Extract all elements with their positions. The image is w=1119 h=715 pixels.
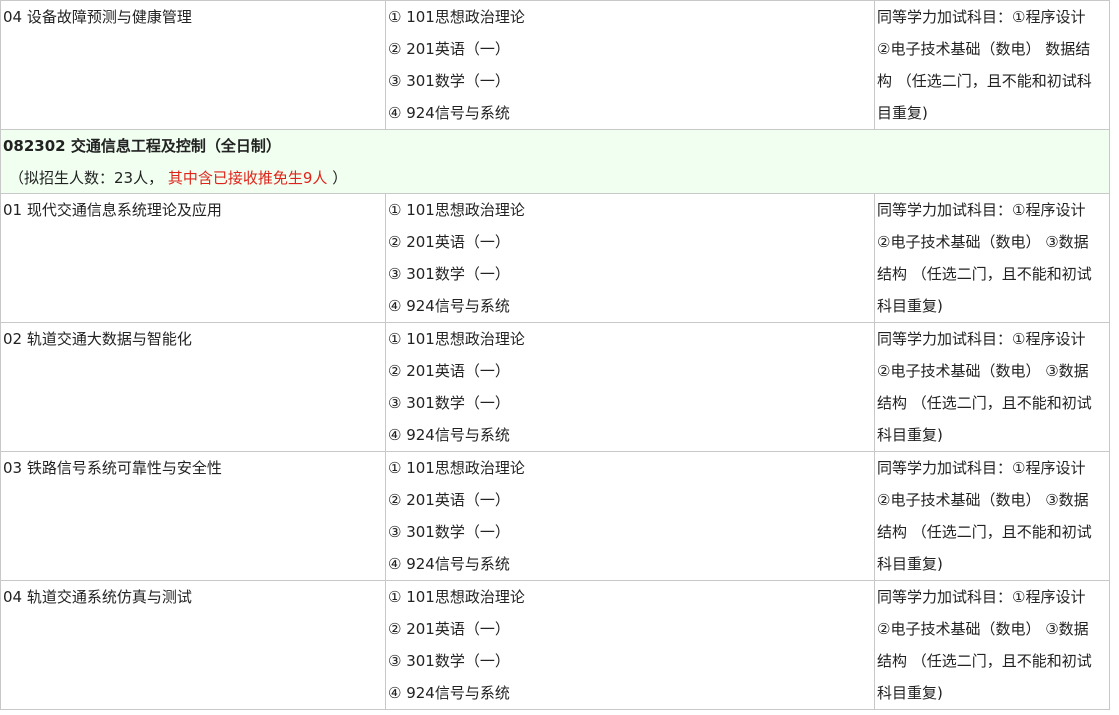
note-line: ②电子技术基础（数电） ③数据 <box>877 362 1089 380</box>
exam-cell: ① 101思想政治理论 ② 201英语（一） ③ 301数学（一） ④ 924信… <box>385 0 875 130</box>
section-header-cell: 082302 交通信息工程及控制（全日制） （拟招生人数：23人， 其中含已接收… <box>0 129 1110 194</box>
note-line: 结构 （任选二门，且不能和初试 <box>877 265 1092 283</box>
note-line: ②电子技术基础（数电） 数据结 <box>877 40 1091 58</box>
exam-item: ① 101思想政治理论 <box>388 8 525 26</box>
table-row: 04 设备故障预测与健康管理 ① 101思想政治理论 ② 201英语（一） ③ … <box>0 0 1110 130</box>
note-line: ②电子技术基础（数电） ③数据 <box>877 233 1089 251</box>
exam-item: ② 201英语（一） <box>388 491 510 509</box>
note-line: 科目重复) <box>877 297 943 315</box>
exam-item: ③ 301数学（一） <box>388 394 510 412</box>
exam-item: ③ 301数学（一） <box>388 523 510 541</box>
exam-cell: ① 101思想政治理论 ② 201英语（一） ③ 301数学（一） ④ 924信… <box>385 193 875 323</box>
direction-cell: 03 铁路信号系统可靠性与安全性 <box>0 451 386 581</box>
note-line: 同等学力加试科目：①程序设计 <box>877 459 1086 477</box>
enrollment-info: （拟招生人数：23人， 其中含已接收推免生9人 ） <box>9 169 348 187</box>
exam-item: ② 201英语（一） <box>388 620 510 638</box>
section-title: 082302 交通信息工程及控制（全日制） <box>3 137 281 155</box>
table-row: 04 轨道交通系统仿真与测试 ① 101思想政治理论 ② 201英语（一） ③ … <box>0 580 1110 710</box>
note-line: 科目重复) <box>877 426 943 444</box>
exempt-count-note: 其中含已接收推免生9人 <box>167 169 328 187</box>
note-line: 同等学力加试科目：①程序设计 <box>877 201 1086 219</box>
exam-item: ① 101思想政治理论 <box>388 330 525 348</box>
note-line: 同等学力加试科目：①程序设计 <box>877 8 1086 26</box>
direction-cell: 02 轨道交通大数据与智能化 <box>0 322 386 452</box>
exam-item: ② 201英语（一） <box>388 233 510 251</box>
exam-item: ④ 924信号与系统 <box>388 104 510 122</box>
exam-item: ③ 301数学（一） <box>388 652 510 670</box>
direction-cell: 01 现代交通信息系统理论及应用 <box>0 193 386 323</box>
exam-item: ① 101思想政治理论 <box>388 201 525 219</box>
table-row: 02 轨道交通大数据与智能化 ① 101思想政治理论 ② 201英语（一） ③ … <box>0 322 1110 452</box>
exam-cell: ① 101思想政治理论 ② 201英语（一） ③ 301数学（一） ④ 924信… <box>385 451 875 581</box>
note-line: 同等学力加试科目：①程序设计 <box>877 588 1086 606</box>
exam-item: ③ 301数学（一） <box>388 265 510 283</box>
note-line: 科目重复) <box>877 555 943 573</box>
exam-item: ④ 924信号与系统 <box>388 555 510 573</box>
direction-cell: 04 设备故障预测与健康管理 <box>0 0 386 130</box>
note-cell: 同等学力加试科目：①程序设计 ②电子技术基础（数电） 数据结 构 （任选二门，且… <box>874 0 1110 130</box>
exam-item: ② 201英语（一） <box>388 40 510 58</box>
exam-item: ② 201英语（一） <box>388 362 510 380</box>
note-line: 结构 （任选二门，且不能和初试 <box>877 652 1092 670</box>
exam-item: ④ 924信号与系统 <box>388 297 510 315</box>
exam-item: ③ 301数学（一） <box>388 72 510 90</box>
admission-table: 04 设备故障预测与健康管理 ① 101思想政治理论 ② 201英语（一） ③ … <box>0 0 1110 710</box>
note-line: ②电子技术基础（数电） ③数据 <box>877 491 1089 509</box>
exam-cell: ① 101思想政治理论 ② 201英语（一） ③ 301数学（一） ④ 924信… <box>385 322 875 452</box>
note-line: 同等学力加试科目：①程序设计 <box>877 330 1086 348</box>
exam-item: ④ 924信号与系统 <box>388 684 510 702</box>
note-line: 结构 （任选二门，且不能和初试 <box>877 394 1092 412</box>
note-cell: 同等学力加试科目：①程序设计 ②电子技术基础（数电） ③数据 结构 （任选二门，… <box>874 451 1110 581</box>
note-line: 结构 （任选二门，且不能和初试 <box>877 523 1092 541</box>
note-line: ②电子技术基础（数电） ③数据 <box>877 620 1089 638</box>
direction-cell: 04 轨道交通系统仿真与测试 <box>0 580 386 710</box>
exam-item: ① 101思想政治理论 <box>388 588 525 606</box>
table-row: 01 现代交通信息系统理论及应用 ① 101思想政治理论 ② 201英语（一） … <box>0 193 1110 323</box>
note-line: 科目重复) <box>877 684 943 702</box>
table-row: 03 铁路信号系统可靠性与安全性 ① 101思想政治理论 ② 201英语（一） … <box>0 451 1110 581</box>
exam-cell: ① 101思想政治理论 ② 201英语（一） ③ 301数学（一） ④ 924信… <box>385 580 875 710</box>
section-header-row: 082302 交通信息工程及控制（全日制） （拟招生人数：23人， 其中含已接收… <box>0 129 1110 194</box>
note-cell: 同等学力加试科目：①程序设计 ②电子技术基础（数电） ③数据 结构 （任选二门，… <box>874 193 1110 323</box>
note-line: 构 （任选二门，且不能和初试科 <box>877 72 1092 90</box>
exam-item: ① 101思想政治理论 <box>388 459 525 477</box>
note-cell: 同等学力加试科目：①程序设计 ②电子技术基础（数电） ③数据 结构 （任选二门，… <box>874 580 1110 710</box>
note-line: 目重复) <box>877 104 928 122</box>
exam-item: ④ 924信号与系统 <box>388 426 510 444</box>
note-cell: 同等学力加试科目：①程序设计 ②电子技术基础（数电） ③数据 结构 （任选二门，… <box>874 322 1110 452</box>
